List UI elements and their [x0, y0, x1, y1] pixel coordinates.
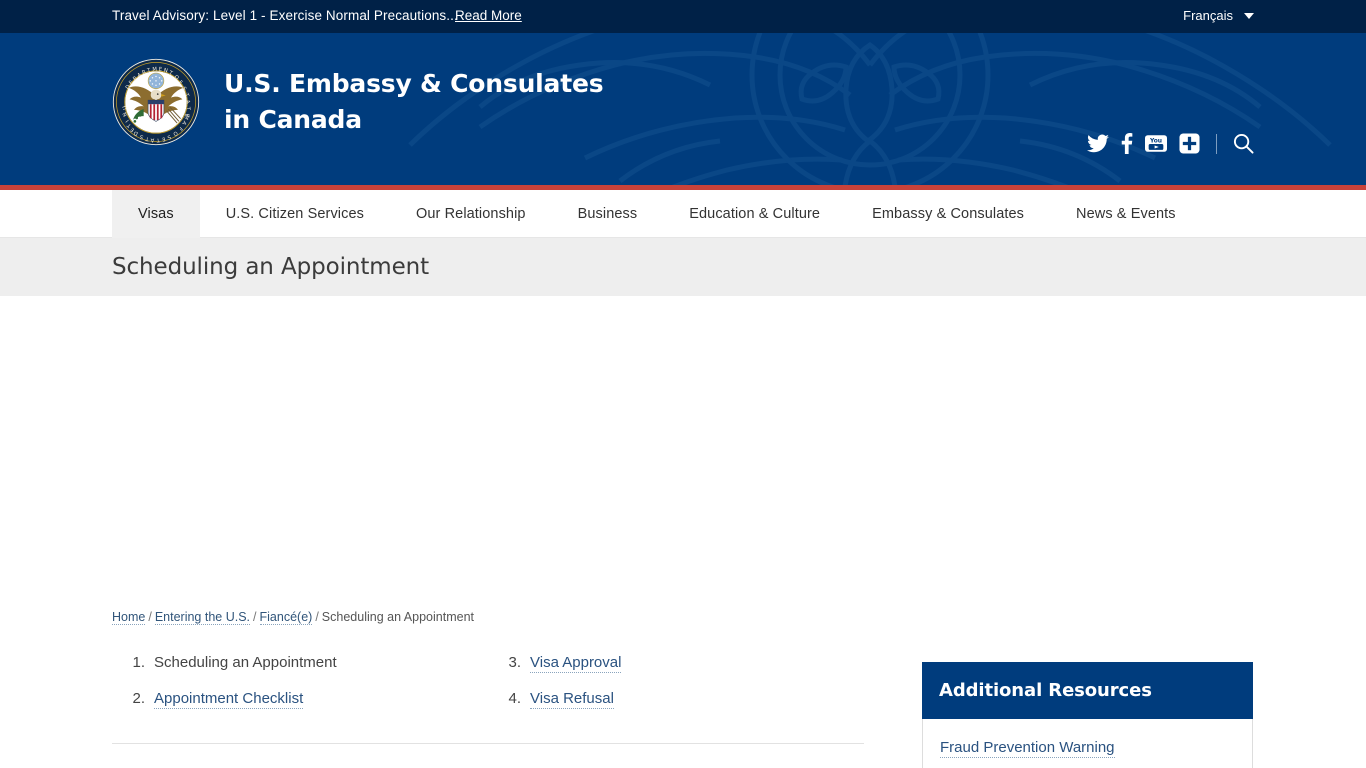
svg-text:E: E — [158, 67, 162, 73]
main-navigation: Visas U.S. Citizen Services Our Relation… — [0, 190, 1366, 238]
breadcrumb-item-home[interactable]: Home — [112, 610, 146, 625]
breadcrumb-item-entering-the-us[interactable]: Entering the U.S. — [154, 610, 251, 625]
twitter-icon[interactable] — [1087, 134, 1109, 153]
language-label: Français — [1183, 8, 1233, 23]
nav-item-embassy-consulates[interactable]: Embassy & Consulates — [846, 190, 1050, 238]
site-brand[interactable]: D E P A R T M E N T O F S T A T E U N I — [112, 58, 604, 146]
list-item: 4. Visa Refusal — [488, 690, 864, 709]
step-number: 3. — [508, 654, 521, 671]
department-of-state-seal-icon: D E P A R T M E N T O F S T A T E U N I — [112, 58, 200, 146]
nav-item-business[interactable]: Business — [552, 190, 664, 238]
step-list: 1. Scheduling an Appointment 2. Appointm… — [112, 654, 864, 709]
breadcrumb-separator: / — [253, 610, 257, 624]
search-icon[interactable] — [1233, 133, 1254, 154]
breadcrumb: Home / Entering the U.S. / Fiancé(e) / Schedul… — [112, 610, 474, 625]
share-plus-icon[interactable] — [1179, 133, 1200, 154]
step-link-visa-refusal[interactable]: Visa Refusal — [530, 690, 614, 709]
page-title-band: Scheduling an Appointment — [0, 238, 1366, 296]
list-item: Fraud Prevention Warning — [940, 738, 1235, 768]
sidebar-header: Additional Resources — [922, 662, 1253, 719]
language-selector[interactable]: Français — [1183, 8, 1254, 23]
sidebar-additional-resources: Additional Resources Fraud Prevention Wa… — [922, 662, 1253, 768]
breadcrumb-separator: / — [315, 610, 319, 624]
nav-item-news-events[interactable]: News & Events — [1050, 190, 1202, 238]
nav-item-our-relationship[interactable]: Our Relationship — [390, 190, 552, 238]
list-item: 3. Visa Approval — [488, 654, 864, 673]
youtube-icon[interactable]: You — [1145, 134, 1167, 153]
step-number: 1. — [132, 654, 145, 671]
svg-text:You: You — [1149, 138, 1162, 145]
nav-items-container: Visas U.S. Citizen Services Our Relation… — [112, 190, 1202, 238]
tools-divider — [1216, 133, 1217, 154]
sidebar-title: Additional Resources — [939, 680, 1152, 701]
nav-item-education-culture[interactable]: Education & Culture — [663, 190, 846, 238]
header-tools: You — [1087, 133, 1254, 154]
site-title-line-1: U.S. Embassy & Consulates — [224, 69, 604, 99]
page-title: Scheduling an Appointment — [112, 254, 430, 280]
svg-text:M: M — [152, 67, 157, 73]
main-column: 1. Scheduling an Appointment 2. Appointm… — [112, 654, 864, 768]
list-item: 2. Appointment Checklist — [112, 690, 488, 709]
content-divider-top — [112, 743, 864, 744]
step-number: 4. — [508, 690, 521, 707]
site-title-line-2: in Canada — [224, 105, 362, 134]
site-title: U.S. Embassy & Consulates in Canada — [224, 66, 604, 138]
nav-item-us-citizen-services[interactable]: U.S. Citizen Services — [200, 190, 390, 238]
chevron-down-icon — [1244, 12, 1254, 19]
site-header: D E P A R T M E N T O F S T A T E U N I — [0, 33, 1366, 185]
nav-item-visas[interactable]: Visas — [112, 190, 200, 238]
step-link-visa-approval[interactable]: Visa Approval — [530, 654, 622, 673]
step-label-current: Scheduling an Appointment — [154, 654, 337, 671]
facebook-icon[interactable] — [1121, 133, 1133, 154]
step-number: 2. — [132, 690, 145, 707]
breadcrumb-separator: / — [148, 610, 152, 624]
sidebar-link-fraud-prevention-warning[interactable]: Fraud Prevention Warning — [940, 738, 1115, 758]
advisory-text: Travel Advisory: Level 1 - Exercise Norm… — [112, 8, 458, 23]
travel-advisory-bar: Travel Advisory: Level 1 - Exercise Norm… — [0, 0, 1366, 33]
step-link-appointment-checklist[interactable]: Appointment Checklist — [154, 690, 304, 709]
list-item: 1. Scheduling an Appointment — [112, 654, 488, 673]
sidebar-body: Fraud Prevention Warning Lost Green Card… — [923, 719, 1252, 768]
breadcrumb-item-current: Scheduling an Appointment — [321, 610, 474, 624]
advisory-read-more-link[interactable]: Read More — [455, 8, 522, 23]
svg-text:A: A — [150, 137, 154, 143]
breadcrumb-item-fiance[interactable]: Fiancé(e) — [259, 610, 313, 625]
